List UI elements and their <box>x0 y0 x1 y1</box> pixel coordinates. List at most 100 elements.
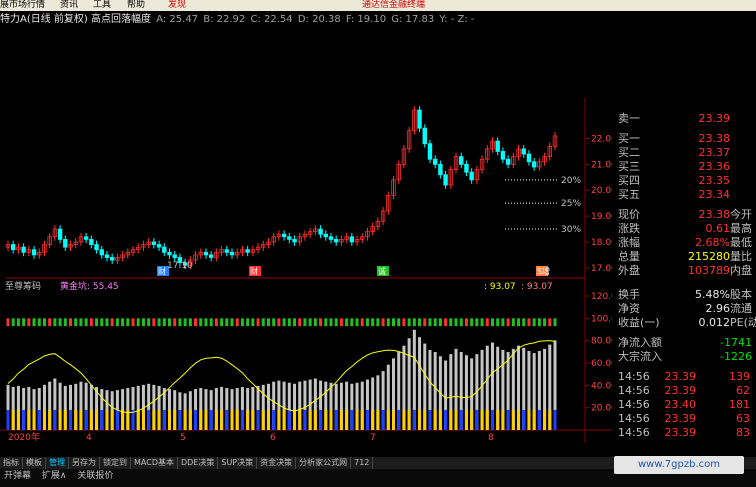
indicator-bar-base <box>454 409 458 430</box>
candle-body <box>63 238 68 248</box>
indicator-cap <box>188 318 192 327</box>
main-chart[interactable]: 17.00 18.00 19.00 20.00 21.00 22.00 20% 25% 30%… <box>0 28 617 458</box>
site-watermark: www.7gpzb.com <box>614 456 744 474</box>
quote-label2: 最低 <box>730 236 752 249</box>
tab-sup[interactable]: SUP决策 <box>218 457 258 469</box>
indicator-cap <box>407 318 411 327</box>
tab-macd[interactable]: MACD基本 <box>131 457 178 469</box>
candle-body <box>500 151 506 160</box>
candle-body <box>432 158 438 165</box>
info-c: C: 22.54 <box>250 14 293 25</box>
expand-button[interactable]: 扩展∧ <box>42 471 67 481</box>
date-label: 6 <box>270 433 276 443</box>
indicator-bar-base <box>496 409 500 430</box>
indicator-bar-base <box>230 409 234 430</box>
quote-buy1: 买一 23.38 <box>612 132 756 146</box>
date-label: 8 <box>488 433 494 443</box>
event-marker-label: 诚 <box>378 266 386 276</box>
menu-market[interactable]: 展市场行情 <box>0 0 45 11</box>
indicator-bar-base <box>464 409 468 430</box>
tick-time: 14:56 <box>618 384 650 397</box>
quote-label: 涨幅 <box>618 236 640 249</box>
info-g: G: 17.83 <box>391 14 435 25</box>
indicator-bar-base <box>22 409 26 430</box>
indicator-cap <box>329 318 333 327</box>
price-tick-label: 19.00 <box>591 212 612 222</box>
indicator-cap <box>438 318 442 327</box>
indicator-cap <box>313 318 317 327</box>
indicator-cap <box>355 318 359 327</box>
tick-time: 14:56 <box>618 398 650 411</box>
candle-body <box>224 249 229 253</box>
candle-body <box>31 249 37 256</box>
indicator-bar-base <box>360 409 364 430</box>
quote-label2: 最高 <box>730 222 752 235</box>
indicator-bar-base <box>355 409 359 430</box>
quote-label: 大宗流入 <box>618 350 662 363</box>
indicator-cap <box>517 318 521 327</box>
level-label: 25% <box>561 199 581 209</box>
menu-discover[interactable]: 发现 <box>168 0 186 11</box>
indicator-cap <box>84 318 88 327</box>
indicator-bar-base <box>16 409 20 430</box>
indicator-bar-base <box>428 409 432 430</box>
tab-manage[interactable]: 管理 <box>46 457 69 469</box>
tick-price: 23.39 <box>664 412 697 425</box>
tab-saveas[interactable]: 另存为 <box>69 457 100 469</box>
tab-lock[interactable]: 锁定到 <box>100 457 131 469</box>
tab-712[interactable]: 712 <box>351 457 374 469</box>
indicator-bar-base <box>27 409 31 430</box>
candle-body <box>203 251 209 256</box>
tab-dde[interactable]: DDE决策 <box>178 457 219 469</box>
indicator-cap <box>360 318 364 327</box>
danmaku-button[interactable]: 开弹幕 <box>4 471 31 481</box>
indicator-bar-base <box>220 409 224 430</box>
quote-label2: 今开 <box>730 208 752 221</box>
indicator-bar-base <box>84 409 88 430</box>
indicator-bar-base <box>548 409 552 430</box>
menu-help[interactable]: 帮助 <box>127 0 145 11</box>
indicator-cap <box>371 318 375 327</box>
promo-text[interactable]: 通达信金融终端 <box>362 0 425 11</box>
indicator-cap <box>225 318 229 327</box>
indicator-cap <box>496 318 500 327</box>
indicator-bar-base <box>397 409 401 430</box>
quote-value: 23.38 <box>698 208 731 221</box>
menu-tools[interactable]: 工具 <box>93 0 111 11</box>
indicator-bar-base <box>183 409 187 430</box>
menu-news[interactable]: 资讯 <box>60 0 78 11</box>
tab-fund[interactable]: 资金决策 <box>257 457 297 469</box>
quote-label2: 流通 <box>730 302 752 315</box>
tab-formula-site[interactable]: 分析家公式网 <box>296 457 352 469</box>
indicator-bar-base <box>6 409 10 430</box>
candle-body <box>21 246 26 253</box>
tab-template[interactable]: 模板 <box>23 457 46 469</box>
indicator-bar-base <box>266 409 270 430</box>
candle-body <box>11 244 16 251</box>
indicator-cap <box>553 318 557 327</box>
indicator-cap <box>251 318 255 327</box>
quote-label: 换手 <box>618 288 640 301</box>
indicator-cap <box>303 318 307 327</box>
indicator-bar-base <box>58 409 62 430</box>
indicator-cap <box>37 318 41 327</box>
quote-netasset: 净资 2.96 流通 <box>612 302 756 316</box>
indicator-cap <box>308 318 312 327</box>
indicator-cap <box>376 318 380 327</box>
indicator-cap <box>501 318 505 327</box>
indicator-bar-base <box>251 409 255 430</box>
indicator-cap <box>350 318 354 327</box>
indicator-bar-base <box>412 409 416 430</box>
indicator-cap <box>365 318 369 327</box>
indicator-bar-base <box>381 409 385 430</box>
indicator-bar-base <box>345 409 349 430</box>
tick-volume: 181 <box>729 398 750 411</box>
quote-value: 5.48% <box>695 288 730 301</box>
quote-value: 23.34 <box>698 188 731 201</box>
info-yz: Y: - Z: - <box>439 14 475 25</box>
related-quote-button[interactable]: 关联报价 <box>77 471 113 481</box>
tab-indicator[interactable]: 指标 <box>0 457 23 469</box>
indicator-cap <box>147 318 151 327</box>
indicator-cap <box>543 318 547 327</box>
chart-area[interactable]: 17.00 18.00 19.00 20.00 21.00 22.00 20% 25% 30%… <box>0 28 617 458</box>
